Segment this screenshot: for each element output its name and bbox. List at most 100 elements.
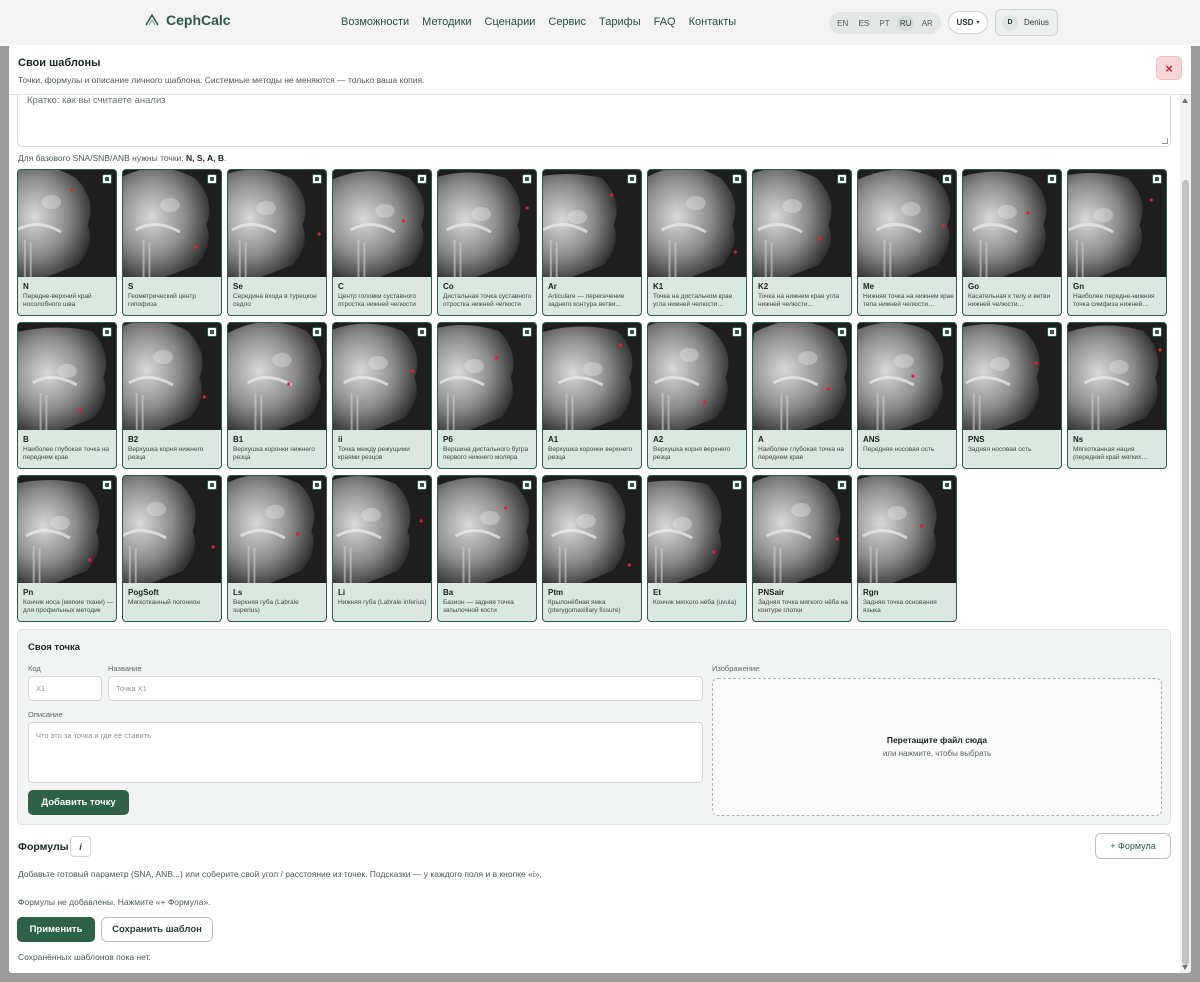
add-point-button[interactable]: Добавить точку [28, 790, 129, 815]
checkbox-icon[interactable] [732, 327, 742, 337]
checkbox-icon[interactable] [732, 480, 742, 490]
nav-link-service[interactable]: Сервис [548, 16, 586, 28]
modal-title: Свои шаблоны [18, 57, 101, 69]
checkbox-icon[interactable] [1047, 327, 1057, 337]
modal-scrollbar[interactable] [1180, 95, 1191, 973]
name-input[interactable]: Точка X1 [108, 676, 703, 701]
checkbox-icon[interactable] [102, 174, 112, 184]
point-card[interactable]: K2 Точка на нижнем крае угла нижней челюс… [752, 169, 852, 316]
lang-es[interactable]: ES [856, 16, 873, 31]
nav-link-contacts[interactable]: Контакты [689, 16, 737, 28]
point-card[interactable]: PNS Задняя носовая ость [962, 322, 1062, 469]
point-card[interactable]: Li Нижняя губа (Labrale inferius) [332, 475, 432, 622]
scroll-down-icon[interactable] [1182, 965, 1188, 970]
point-card[interactable]: A Наиболее глубокая точка на переднем кра… [752, 322, 852, 469]
lang-pt[interactable]: PT [876, 16, 892, 31]
point-card[interactable]: Ar Articulare — пересечение заднего конту… [542, 169, 642, 316]
point-card[interactable]: K1 Точка на дистальном крае угла нижней ч… [647, 169, 747, 316]
point-description: Наиболее передне-нижняя точка симфиза ни… [1073, 293, 1155, 308]
checkbox-icon[interactable] [837, 480, 847, 490]
point-card[interactable]: Go Касательная к телу и ветви нижней челю… [962, 169, 1062, 316]
checkbox-icon[interactable] [312, 480, 322, 490]
lang-ar[interactable]: AR [919, 16, 936, 31]
point-card[interactable]: Se Середина входа в турецкое седло [227, 169, 327, 316]
point-card[interactable]: Gn Наиболее передне-нижняя точка симфиза … [1067, 169, 1167, 316]
checkbox-icon[interactable] [942, 480, 952, 490]
checkbox-icon[interactable] [627, 327, 637, 337]
point-description-textarea[interactable]: Что это за точка и где её ставить [28, 722, 703, 783]
checkbox-icon[interactable] [417, 327, 427, 337]
checkbox-icon[interactable] [942, 327, 952, 337]
point-card[interactable]: Et Кончик мягкого нёба (uvula) [647, 475, 747, 622]
point-card[interactable]: Co Дистальная точка суставного отростка н… [437, 169, 537, 316]
checkbox-icon[interactable] [207, 480, 217, 490]
point-card[interactable]: ii Точка между режущими краями резцов [332, 322, 432, 469]
checkbox-icon[interactable] [417, 174, 427, 184]
point-card[interactable]: Me Нижняя точка на нижнем крае тела нижне… [857, 169, 957, 316]
checkbox-icon[interactable] [312, 327, 322, 337]
point-card[interactable]: B1 Верхушка коронки нижнего резца [227, 322, 327, 469]
save-template-button[interactable]: Сохранить шаблон [101, 917, 213, 942]
nav-link-faq[interactable]: FAQ [654, 16, 676, 28]
apply-button[interactable]: Применить [17, 917, 95, 942]
checkbox-icon[interactable] [837, 327, 847, 337]
point-card[interactable]: PogSoft Мягкотканный погонион [122, 475, 222, 622]
image-dropzone[interactable]: Перетащите файл сюда или нажмите, чтобы … [712, 678, 1162, 816]
point-description: Мягкотканный погонион [128, 599, 200, 606]
lang-ru[interactable]: RU [896, 15, 915, 31]
lang-en[interactable]: EN [834, 16, 851, 31]
point-card[interactable]: S Геометрический центр гипофиза [122, 169, 222, 316]
point-card[interactable]: Pn Кончик носа (мягкие ткани) — для профи… [17, 475, 117, 622]
checkbox-icon[interactable] [522, 480, 532, 490]
close-button[interactable]: × [1156, 56, 1182, 80]
code-input[interactable]: X1 [28, 676, 102, 701]
checkbox-icon[interactable] [522, 174, 532, 184]
add-formula-button[interactable]: + Формула [1095, 833, 1171, 859]
currency-select[interactable]: USD ▾ [948, 11, 988, 34]
point-card[interactable]: A1 Верхушка коронки верхнего резца [542, 322, 642, 469]
checkbox-icon[interactable] [942, 174, 952, 184]
resize-handle-icon[interactable] [1162, 138, 1168, 144]
scroll-up-icon[interactable] [1182, 98, 1188, 103]
checkbox-icon[interactable] [627, 174, 637, 184]
checkbox-icon[interactable] [732, 174, 742, 184]
checkbox-icon[interactable] [627, 480, 637, 490]
point-card[interactable]: Ls Верхняя губа (Labrale superius) [227, 475, 327, 622]
checkbox-icon[interactable] [102, 327, 112, 337]
point-card[interactable]: PNSair Задняя точка мягкого нёба на конту… [752, 475, 852, 622]
point-card[interactable]: P6 Вершина дистального бугра первого нижн… [437, 322, 537, 469]
template-description-textarea[interactable]: Кратко: как вы считаете анализ [17, 95, 1171, 147]
nav-link-features[interactable]: Возможности [341, 16, 409, 28]
nav-link-methods[interactable]: Методики [422, 16, 471, 28]
point-card[interactable]: Ptm Крылонёбная ямка (pterygomaxillary fi… [542, 475, 642, 622]
point-card[interactable]: A2 Верхушка корня верхнего резца [647, 322, 747, 469]
xray-thumbnail [123, 170, 221, 277]
user-menu[interactable]: D Denius [995, 9, 1058, 36]
point-card[interactable]: B Наиболее глубокая точка на переднем кра… [17, 322, 117, 469]
point-card[interactable]: N Передне-верхний край носолобного шва [17, 169, 117, 316]
checkbox-icon[interactable] [102, 480, 112, 490]
nav-link-pricing[interactable]: Тарифы [599, 16, 641, 28]
nav-link-scenarios[interactable]: Сценарии [485, 16, 536, 28]
checkbox-icon[interactable] [1047, 174, 1057, 184]
xray-thumbnail [123, 476, 221, 583]
custom-point-panel: Своя точка Код X1 Название Точка X1 Опис… [17, 629, 1171, 825]
checkbox-icon[interactable] [1152, 327, 1162, 337]
checkbox-icon[interactable] [207, 327, 217, 337]
point-card[interactable]: Rgn Задняя точка основания языка [857, 475, 957, 622]
checkbox-icon[interactable] [1152, 174, 1162, 184]
logo[interactable]: CephCalc [144, 12, 231, 28]
checkbox-icon[interactable] [417, 480, 427, 490]
point-card[interactable]: C Центр головки суставного отростка нижне… [332, 169, 432, 316]
checkbox-icon[interactable] [312, 174, 322, 184]
point-code: B2 [128, 435, 139, 444]
checkbox-icon[interactable] [207, 174, 217, 184]
point-card[interactable]: B2 Верхушка корня нижнего резца [122, 322, 222, 469]
formulas-info-button[interactable]: i [70, 836, 91, 857]
scrollbar-thumb[interactable] [1182, 180, 1189, 965]
checkbox-icon[interactable] [522, 327, 532, 337]
point-card[interactable]: Ba Базион — задняя точка затылочной кости [437, 475, 537, 622]
point-card[interactable]: ANS Передняя носовая ость [857, 322, 957, 469]
checkbox-icon[interactable] [837, 174, 847, 184]
point-card[interactable]: Ns Мягкотканная нация (передний край мягк… [1067, 322, 1167, 469]
